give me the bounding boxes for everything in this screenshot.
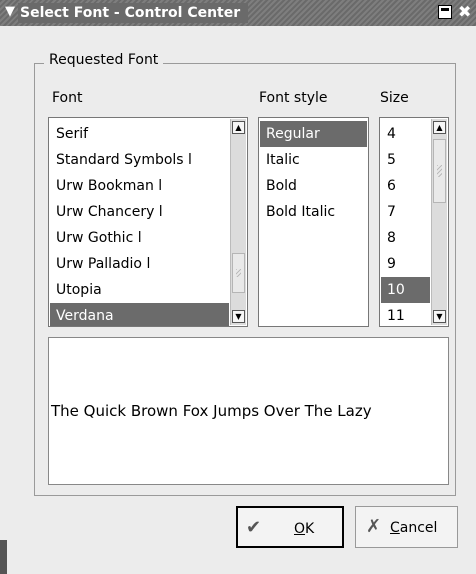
size-list[interactable]: 4 5 6 7 8 9 10 11 ▲ ▼ [379,117,449,327]
cancel-x-icon: ✗ [366,516,382,537]
font-item-serif[interactable]: Serif [50,121,229,147]
title-bar[interactable]: ▼ Select Font - Control Center ✖ [0,0,476,26]
size-item[interactable]: 11 [381,303,430,326]
size-item[interactable]: 5 [381,147,430,173]
size-item[interactable]: 9 [381,251,430,277]
preview-text: The Quick Brown Fox Jumps Over The Lazy [51,402,372,420]
style-item-bold-italic[interactable]: Bold Italic [260,199,367,225]
scroll-up-arrow-icon[interactable]: ▲ [232,121,245,134]
scroll-down-arrow-icon[interactable]: ▼ [433,310,446,323]
size-item-selected[interactable]: 10 [381,277,430,303]
font-list-items: Serif Standard Symbols l Urw Bookman l U… [50,121,229,326]
font-list-scroll-thumb[interactable] [232,253,245,293]
ok-button[interactable]: ✔ OK [236,506,344,548]
size-list-items: 4 5 6 7 8 9 10 11 [381,121,430,326]
size-item[interactable]: 8 [381,225,430,251]
window-title: Select Font - Control Center [18,3,249,23]
size-column-label: Size [380,90,409,106]
font-item-urw-chancery[interactable]: Urw Chancery l [50,199,229,225]
font-item-standard-symbols[interactable]: Standard Symbols l [50,147,229,173]
cancel-button[interactable]: ✗ Cancel [355,506,458,548]
font-list[interactable]: Serif Standard Symbols l Urw Bookman l U… [48,117,248,327]
size-list-scroll-thumb[interactable] [433,139,446,203]
style-item-regular[interactable]: Regular [260,121,367,147]
window-left-edge-shadow [0,540,7,574]
font-item-urw-gothic[interactable]: Urw Gothic l [50,225,229,251]
scroll-down-arrow-icon[interactable]: ▼ [232,310,245,323]
cancel-button-label: Cancel [390,520,438,536]
style-item-bold[interactable]: Bold [260,173,367,199]
font-style-list[interactable]: Regular Italic Bold Bold Italic [258,117,369,327]
scroll-up-arrow-icon[interactable]: ▲ [433,121,446,134]
size-item[interactable]: 4 [381,121,430,147]
size-list-scrollbar[interactable]: ▲ ▼ [431,119,447,325]
close-icon[interactable]: ✖ [458,2,476,22]
requested-font-label: Requested Font [44,52,164,68]
size-item[interactable]: 7 [381,199,430,225]
font-list-scrollbar[interactable]: ▲ ▼ [230,119,246,325]
font-dialog: ▼ Select Font - Control Center ✖ Request… [0,0,476,574]
checkmark-icon: ✔ [246,517,262,538]
style-item-italic[interactable]: Italic [260,147,367,173]
font-item-utopia[interactable]: Utopia [50,277,229,303]
ok-button-label: OK [294,521,315,537]
window-menu-icon[interactable]: ▼ [3,5,17,19]
font-preview-box: The Quick Brown Fox Jumps Over The Lazy [48,337,449,485]
font-item-urw-palladio[interactable]: Urw Palladio l [50,251,229,277]
maximize-icon[interactable] [438,5,452,19]
font-item-verdana[interactable]: Verdana [50,303,229,326]
size-item[interactable]: 6 [381,173,430,199]
font-column-label: Font [52,90,83,106]
font-item-urw-bookman[interactable]: Urw Bookman l [50,173,229,199]
font-style-column-label: Font style [259,90,328,106]
window-left-edge [0,26,8,574]
font-style-list-items: Regular Italic Bold Bold Italic [260,121,367,225]
